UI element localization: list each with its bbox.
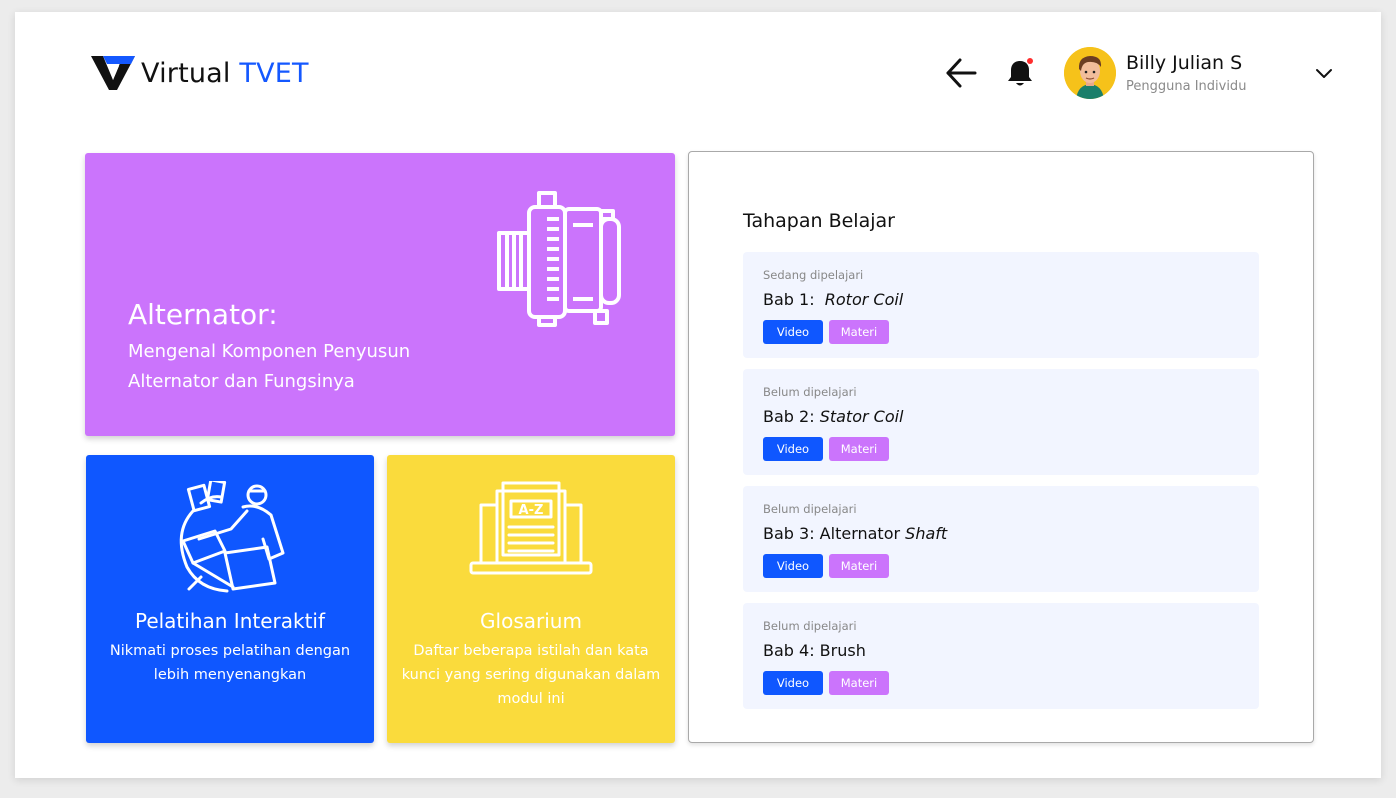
logo-text-main: Virtual — [141, 57, 231, 89]
user-name: Billy Julian S — [1126, 52, 1243, 74]
chapter-item[interactable]: Sedang dipelajari Bab 1: Rotor Coil Vide… — [743, 252, 1259, 358]
learning-path-title: Tahapan Belajar — [743, 210, 895, 232]
alternator-icon — [497, 191, 621, 327]
chapter-prefix: Bab 3: Alternator — [763, 524, 901, 543]
hero-subtitle: Mengenal Komponen Penyusun Alternator da… — [128, 341, 411, 392]
notification-button[interactable] — [1005, 57, 1035, 89]
chapter-status: Belum dipelajari — [763, 619, 857, 633]
chapter-item[interactable]: Belum dipelajari Bab 2: Stator Coil Vide… — [743, 369, 1259, 475]
materi-button[interactable]: Materi — [829, 671, 889, 695]
notification-dot — [1027, 58, 1033, 64]
glossary-card[interactable]: A-Z Glosarium Daftar beberapa istilah da… — [387, 455, 675, 743]
video-button[interactable]: Video — [763, 554, 823, 578]
user-avatar-icon — [1064, 47, 1116, 99]
user-role: Pengguna Individu — [1126, 79, 1247, 94]
chapter-prefix: Bab 1: — [763, 290, 815, 309]
materi-button[interactable]: Materi — [829, 437, 889, 461]
glossary-title: Glosarium — [480, 609, 582, 633]
materi-button[interactable]: Materi — [829, 320, 889, 344]
chapter-title: Bab 1: Rotor Coil — [763, 290, 903, 309]
logo-text-accent: TVET — [239, 57, 309, 89]
virtual-tvet-logo-icon — [91, 56, 135, 90]
materi-button[interactable]: Materi — [829, 554, 889, 578]
logo[interactable]: Virtual TVET — [91, 54, 309, 92]
arrow-left-icon — [946, 58, 977, 88]
chapter-title: Bab 2: Stator Coil — [763, 407, 904, 426]
logo-text: Virtual TVET — [141, 60, 309, 87]
chapter-title: Bab 3: Alternator Shaft — [763, 524, 947, 543]
glossary-icon-label: A-Z — [519, 503, 544, 518]
chapter-status: Sedang dipelajari — [763, 268, 864, 282]
interactive-training-description: Nikmati proses pelatihan dengan lebih me… — [109, 643, 351, 683]
chapter-prefix: Bab 2: — [763, 407, 815, 426]
video-button[interactable]: Video — [763, 320, 823, 344]
chapter-name: Shaft — [905, 524, 948, 543]
chevron-down-icon — [1316, 69, 1332, 78]
video-button[interactable]: Video — [763, 437, 823, 461]
hero-title: Alternator: — [128, 298, 278, 331]
glossary-icon: A-Z — [469, 481, 593, 575]
back-button[interactable] — [943, 55, 979, 91]
bell-icon — [1008, 58, 1033, 86]
interactive-training-card[interactable]: Pelatihan Interaktif Nikmati proses pela… — [86, 455, 374, 743]
glossary-description: Daftar beberapa istilah dan kata kunci y… — [401, 643, 661, 707]
interactive-training-title: Pelatihan Interaktif — [134, 609, 326, 633]
interactive-training-icon — [179, 481, 285, 593]
chapter-name: Stator Coil — [819, 407, 904, 426]
app-window: Virtual TVET Billy Julian S Pengguna Ind… — [15, 12, 1381, 778]
chapter-item[interactable]: Belum dipelajari Bab 3: Alternator Shaft… — [743, 486, 1259, 592]
chapter-item[interactable]: Belum dipelajari Bab 4: Brush Video Mate… — [743, 603, 1259, 709]
user-menu-toggle[interactable] — [1313, 64, 1335, 84]
module-hero-card[interactable]: Alternator: Mengenal Komponen Penyusun A… — [85, 153, 675, 436]
video-button[interactable]: Video — [763, 671, 823, 695]
learning-path-panel: Tahapan Belajar Sedang dipelajari Bab 1:… — [688, 151, 1314, 743]
chapter-prefix: Bab 4: Brush — [763, 641, 866, 660]
chapter-name: Rotor Coil — [824, 290, 904, 309]
avatar[interactable] — [1064, 47, 1116, 99]
chapter-status: Belum dipelajari — [763, 385, 857, 399]
chapter-title: Bab 4: Brush — [763, 641, 866, 660]
chapter-status: Belum dipelajari — [763, 502, 857, 516]
